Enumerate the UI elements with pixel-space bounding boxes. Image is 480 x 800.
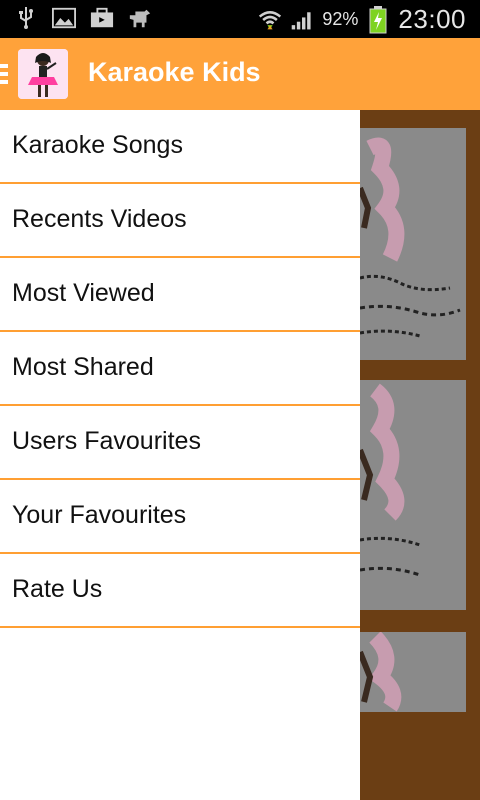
image-icon [52, 6, 76, 30]
video-card[interactable] [360, 632, 466, 712]
clock: 23:00 [398, 4, 466, 34]
video-card[interactable] [360, 128, 466, 360]
video-thumbnail [360, 128, 466, 360]
drawer-indicator-icon[interactable] [0, 64, 8, 84]
signal-icon [290, 8, 314, 32]
menu-item-label: Your Favourites [12, 501, 187, 529]
video-card[interactable] [360, 380, 466, 610]
action-bar: Karaoke Kids [0, 38, 480, 110]
battery-charging-icon [366, 5, 390, 33]
menu-item-karaoke-songs[interactable]: Karaoke Songs [0, 110, 360, 184]
video-thumbnail [360, 632, 466, 712]
menu-item-recents-videos[interactable]: Recents Videos [0, 184, 360, 258]
android-icon [128, 6, 152, 30]
menu-item-users-favourites[interactable]: Users Favourites [0, 406, 360, 480]
wifi-icon [258, 8, 282, 32]
menu-item-most-shared[interactable]: Most Shared [0, 332, 360, 406]
app-logo-icon[interactable] [18, 49, 68, 99]
app-title: Karaoke Kids [88, 57, 261, 87]
menu-item-most-viewed[interactable]: Most Viewed [0, 258, 360, 332]
video-thumbnail [360, 380, 466, 610]
menu-item-your-favourites[interactable]: Your Favourites [0, 480, 360, 554]
menu-item-rate-us[interactable]: Rate Us [0, 554, 360, 628]
menu-item-label: Rate Us [12, 575, 103, 603]
briefcase-icon [90, 6, 114, 30]
usb-icon [14, 6, 38, 30]
status-bar: 92% 23:00 [0, 0, 480, 38]
navigation-drawer: Karaoke Songs Recents Videos Most Viewed… [0, 110, 360, 800]
menu-item-label: Recents Videos [12, 205, 187, 233]
menu-item-label: Users Favourites [12, 427, 201, 455]
menu-item-label: Most Shared [12, 353, 154, 381]
battery-percent: 92% [322, 9, 359, 29]
menu-item-label: Most Viewed [12, 279, 155, 307]
menu-item-label: Karaoke Songs [12, 131, 183, 159]
